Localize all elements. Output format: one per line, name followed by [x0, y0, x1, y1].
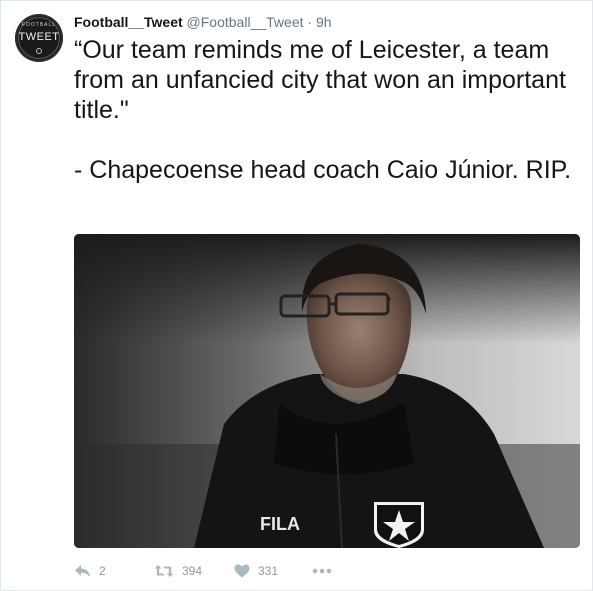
avatar-top-text: FOOTBALL [21, 22, 57, 28]
heart-icon [234, 564, 250, 578]
avatar-ball-icon [36, 48, 42, 54]
reply-button[interactable]: 2 [74, 564, 154, 578]
tweet-header: Football__Tweet @Football__Tweet · 9h [74, 14, 332, 30]
meta-separator: · [307, 14, 313, 30]
tweet-photo[interactable]: FILA [74, 234, 580, 548]
more-button[interactable] [312, 568, 342, 574]
avatar[interactable]: FOOTBALL TWEET [15, 14, 63, 62]
retweet-icon [154, 564, 174, 578]
tweet-actions: 2 394 331 [74, 561, 342, 581]
like-button[interactable]: 331 [234, 564, 312, 578]
reply-icon [74, 564, 91, 578]
club-crest-icon [374, 502, 424, 548]
tweet-card[interactable]: FOOTBALL TWEET Football__Tweet @Football… [0, 0, 593, 591]
more-icon [312, 568, 332, 574]
like-count: 331 [258, 564, 279, 578]
tweet-text: “Our team reminds me of Leicester, a tea… [74, 36, 572, 184]
retweet-count: 394 [182, 564, 203, 578]
avatar-main-text: TWEET [18, 31, 60, 43]
tweet-timestamp[interactable]: 9h [316, 14, 332, 30]
photo-illustration: FILA [74, 234, 580, 548]
author-name[interactable]: Football__Tweet [74, 14, 183, 30]
retweet-button[interactable]: 394 [154, 564, 234, 578]
jacket-logo-text: FILA [260, 514, 300, 534]
reply-count: 2 [99, 564, 106, 578]
author-handle[interactable]: @Football__Tweet [187, 14, 304, 30]
